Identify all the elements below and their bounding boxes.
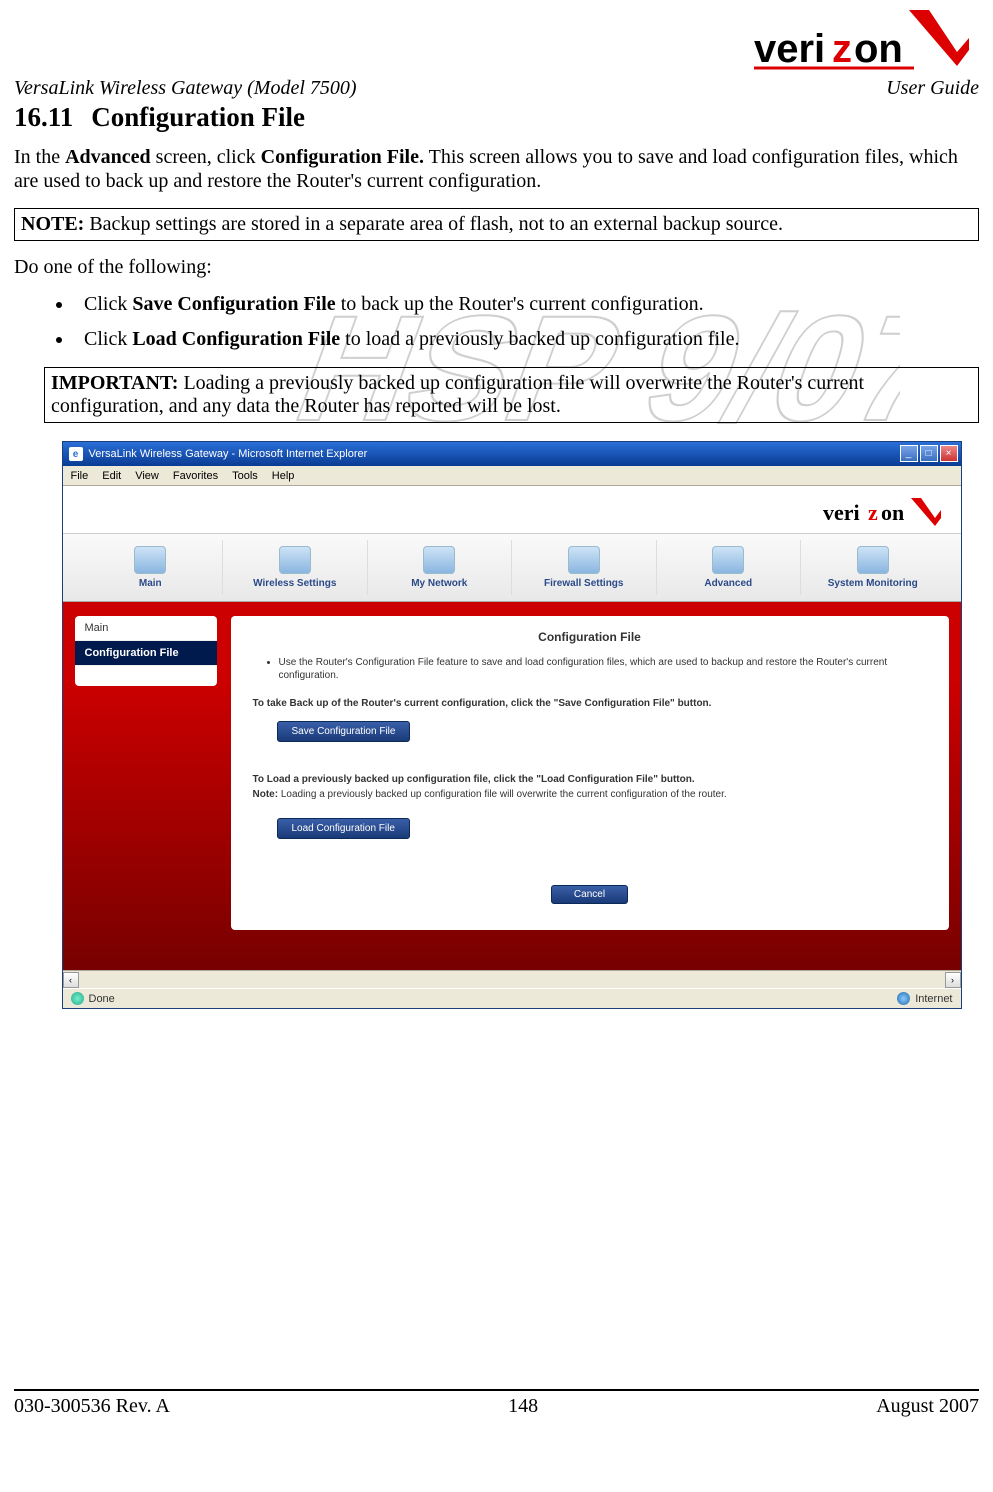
cancel-button[interactable]: Cancel xyxy=(551,885,628,904)
svg-text:on: on xyxy=(881,500,904,525)
section-name: Configuration File xyxy=(91,102,305,132)
bullet-load: Click Load Configuration File to load a … xyxy=(74,328,979,351)
svg-text:z: z xyxy=(868,500,878,525)
maximize-button[interactable]: □ xyxy=(920,445,938,462)
close-button[interactable]: × xyxy=(940,445,958,462)
menu-edit[interactable]: Edit xyxy=(102,470,121,482)
save-config-button[interactable]: Save Configuration File xyxy=(277,721,411,742)
menu-file[interactable]: File xyxy=(71,470,89,482)
intro-paragraph: In the Advanced screen, click Configurat… xyxy=(14,145,979,194)
router-tabs: Main Wireless Settings My Network Firewa… xyxy=(63,533,961,602)
tab-firewall[interactable]: Firewall Settings xyxy=(512,540,657,595)
panel-title: Configuration File xyxy=(253,630,927,644)
menu-favorites[interactable]: Favorites xyxy=(173,470,218,482)
svg-text:z: z xyxy=(832,27,852,70)
bullet-save: Click Save Configuration File to back up… xyxy=(74,293,979,316)
load-config-button[interactable]: Load Configuration File xyxy=(277,818,410,839)
scroll-left-icon[interactable]: ‹ xyxy=(63,972,79,988)
ie-menubar: File Edit View Favorites Tools Help xyxy=(63,466,961,486)
sidebar-item-config-file[interactable]: Configuration File xyxy=(75,641,217,666)
tab-network[interactable]: My Network xyxy=(368,540,513,595)
tab-wireless[interactable]: Wireless Settings xyxy=(223,540,368,595)
tab-advanced[interactable]: Advanced xyxy=(657,540,802,595)
sidebar-item-main[interactable]: Main xyxy=(75,616,217,641)
internet-icon xyxy=(897,992,910,1005)
footer-rev: 030-300536 Rev. A xyxy=(14,1395,170,1418)
router-sidebar: Main Configuration File xyxy=(75,616,217,686)
footer-page-number: 148 xyxy=(508,1395,538,1418)
svg-text:on: on xyxy=(854,27,903,70)
svg-text:veri: veri xyxy=(754,27,825,70)
screenshot: e VersaLink Wireless Gateway - Microsoft… xyxy=(62,441,962,1009)
firewall-icon xyxy=(568,546,600,574)
done-icon xyxy=(71,992,84,1005)
menu-help[interactable]: Help xyxy=(272,470,295,482)
tab-monitoring[interactable]: System Monitoring xyxy=(801,540,945,595)
tab-main[interactable]: Main xyxy=(79,540,224,595)
scroll-right-icon[interactable]: › xyxy=(945,972,961,988)
window-titlebar: e VersaLink Wireless Gateway - Microsoft… xyxy=(63,442,961,466)
doc-title: VersaLink Wireless Gateway (Model 7500) xyxy=(14,77,357,100)
main-icon xyxy=(134,546,166,574)
important-label: IMPORTANT: xyxy=(51,372,178,394)
wireless-icon xyxy=(279,546,311,574)
footer-date: August 2007 xyxy=(876,1395,979,1418)
panel-bullet: Use the Router's Configuration File feat… xyxy=(279,656,927,682)
horizontal-scrollbar[interactable]: ‹ › xyxy=(63,970,961,988)
status-text: Done xyxy=(89,993,115,1005)
menu-view[interactable]: View xyxy=(135,470,159,482)
router-main-panel: Configuration File Use the Router's Conf… xyxy=(231,616,949,930)
ie-status-bar: Done Internet xyxy=(63,988,961,1008)
load-heading: To Load a previously backed up configura… xyxy=(253,774,927,785)
menu-tools[interactable]: Tools xyxy=(232,470,258,482)
load-note: Note: Loading a previously backed up con… xyxy=(253,789,927,800)
page-footer: 030-300536 Rev. A 148 August 2007 xyxy=(14,1389,979,1418)
router-logo: veri z on xyxy=(823,496,943,531)
minimize-button[interactable]: _ xyxy=(900,445,918,462)
section-number: 16.11 xyxy=(14,102,73,133)
window-title: VersaLink Wireless Gateway - Microsoft I… xyxy=(89,448,368,460)
note-label: NOTE: xyxy=(21,213,84,235)
monitoring-icon xyxy=(857,546,889,574)
note-text: Backup settings are stored in a separate… xyxy=(84,213,783,235)
svg-text:veri: veri xyxy=(823,500,860,525)
important-box: IMPORTANT: Loading a previously backed u… xyxy=(44,367,979,423)
doc-subtitle: User Guide xyxy=(886,77,979,100)
advanced-icon xyxy=(712,546,744,574)
backup-heading: To take Back up of the Router's current … xyxy=(253,698,927,709)
ie-icon: e xyxy=(69,447,83,461)
note-box: NOTE: Backup settings are stored in a se… xyxy=(14,208,979,241)
do-one-text: Do one of the following: xyxy=(14,255,979,279)
network-icon xyxy=(423,546,455,574)
section-heading: 16.11 Configuration File xyxy=(14,102,979,133)
verizon-logo: veri z on xyxy=(754,10,969,75)
zone-text: Internet xyxy=(915,993,952,1005)
